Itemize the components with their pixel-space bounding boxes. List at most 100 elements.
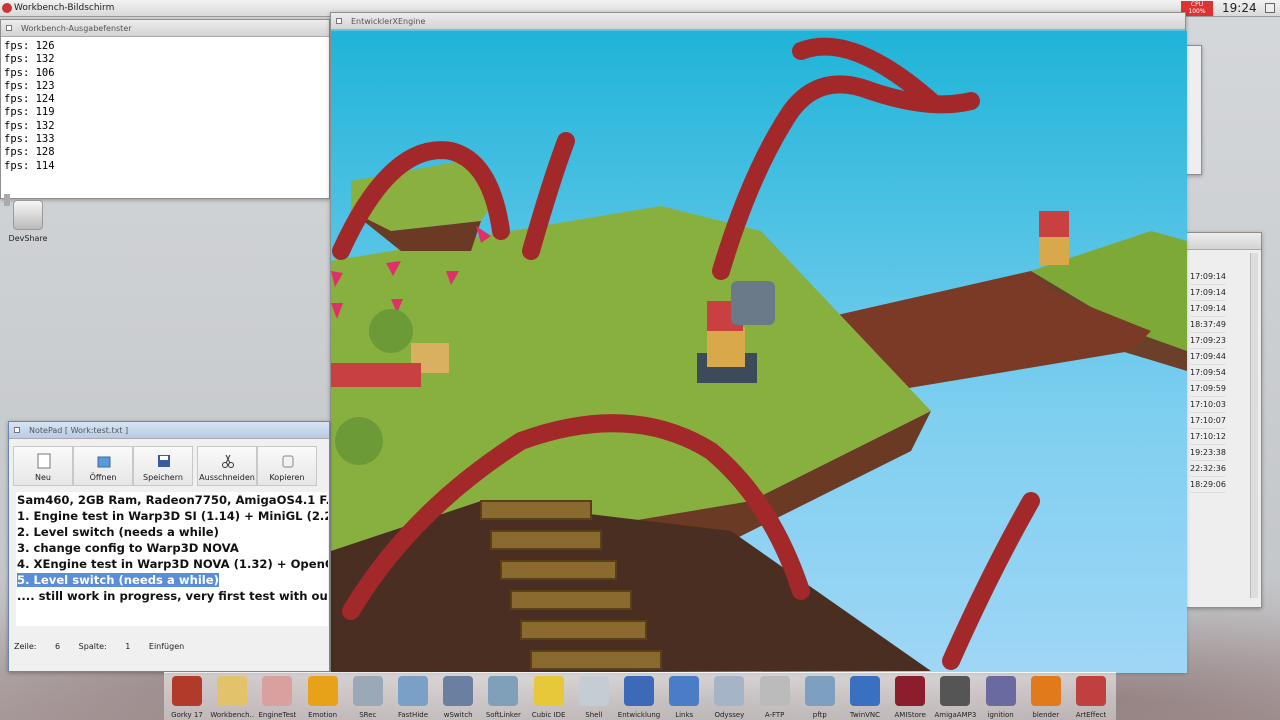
screen-title: Workbench-Bildschirm bbox=[14, 3, 115, 13]
app-icon bbox=[714, 676, 745, 706]
text-line: 2. Level switch (needs a while) bbox=[17, 525, 219, 539]
scrollbar[interactable] bbox=[1250, 253, 1258, 598]
app-icon bbox=[759, 676, 790, 706]
list-item[interactable]: 17:09:23 bbox=[1190, 333, 1226, 349]
notepad-toolbar: Neu Öffnen Speichern Ausschneiden Kopier… bbox=[13, 446, 317, 486]
text-line: 3. change config to Warp3D NOVA bbox=[17, 541, 239, 555]
clock: 19:24 bbox=[1222, 1, 1257, 15]
console-line: fps: 119 bbox=[4, 106, 55, 119]
text-line: Sam460, 2GB Ram, Radeon7750, AmigaOS4.1 … bbox=[17, 493, 328, 507]
notepad-title: NotePad [ Work:test.txt ] bbox=[29, 426, 129, 435]
app-icon bbox=[172, 676, 202, 706]
app-icon bbox=[443, 676, 474, 706]
list-item[interactable]: 17:10:12 bbox=[1190, 429, 1226, 445]
app-icon bbox=[398, 676, 428, 706]
list-item[interactable]: 17:09:59 bbox=[1190, 381, 1226, 397]
cut-button[interactable]: Ausschneiden bbox=[197, 446, 257, 486]
app-icon bbox=[624, 676, 654, 706]
notepad-status-bar: Zeile: 6 Spalte: 1 Einfügen bbox=[14, 642, 200, 651]
workbench-icon[interactable] bbox=[2, 3, 12, 13]
console-line: fps: 123 bbox=[4, 79, 55, 92]
console-line: fps: 106 bbox=[4, 66, 55, 79]
app-icon bbox=[1030, 676, 1061, 706]
save-button-label: Speichern bbox=[143, 473, 183, 482]
dock-item-label: ArtEffect bbox=[1075, 711, 1107, 719]
console-line: fps: 126 bbox=[4, 40, 55, 52]
app-icon bbox=[850, 676, 880, 706]
new-button[interactable]: Neu bbox=[13, 446, 73, 486]
new-button-label: Neu bbox=[35, 473, 51, 482]
column-value: 1 bbox=[125, 642, 131, 651]
close-icon[interactable] bbox=[14, 427, 20, 433]
list-item[interactable]: 17:09:44 bbox=[1190, 349, 1226, 365]
engine-window-titlebar[interactable]: EntwicklerXEngine bbox=[331, 13, 1185, 30]
open-button-label: Öffnen bbox=[89, 473, 117, 482]
notepad-titlebar[interactable]: NotePad [ Work:test.txt ] bbox=[9, 422, 329, 439]
scissors-icon bbox=[222, 454, 234, 468]
list-item[interactable]: 17:09:14 bbox=[1190, 285, 1226, 301]
open-button[interactable]: Öffnen bbox=[73, 446, 133, 486]
app-icon bbox=[488, 676, 519, 706]
dock-item-arteffect[interactable]: ArtEffect bbox=[1068, 673, 1114, 720]
insert-mode: Einfügen bbox=[148, 642, 185, 651]
list-item[interactable]: 17:09:14 bbox=[1190, 301, 1226, 317]
console-output: fps: 126 fps: 132 fps: 106 fps: 123 fps:… bbox=[4, 40, 55, 173]
app-icon bbox=[804, 676, 835, 706]
background-window[interactable] bbox=[1186, 45, 1202, 175]
app-icon bbox=[307, 676, 338, 706]
app-icon bbox=[669, 676, 700, 706]
game-viewport[interactable] bbox=[331, 31, 1187, 673]
copy-button-label: Kopieren bbox=[269, 473, 305, 482]
list-window-titlebar[interactable] bbox=[1187, 233, 1261, 250]
app-icon bbox=[217, 676, 248, 706]
close-icon[interactable] bbox=[336, 18, 342, 24]
game-scene bbox=[331, 31, 1187, 673]
list-item[interactable]: 17:09:14 bbox=[1190, 269, 1226, 285]
list-item[interactable]: 17:10:03 bbox=[1190, 397, 1226, 413]
devshare-drive-icon[interactable]: DevShare bbox=[8, 200, 48, 243]
line-label: Zeile: bbox=[14, 642, 37, 651]
close-icon[interactable] bbox=[6, 25, 12, 31]
list-item[interactable]: 22:32:36 bbox=[1190, 461, 1226, 477]
app-icon bbox=[985, 676, 1016, 706]
background-list-window[interactable]: 17:09:14 17:09:14 17:09:14 18:37:49 17:0… bbox=[1186, 232, 1262, 608]
devshare-label: DevShare bbox=[8, 234, 48, 243]
app-icon bbox=[578, 676, 609, 706]
notepad-window[interactable]: NotePad [ Work:test.txt ] Neu Öffnen Spe… bbox=[8, 421, 330, 672]
line-value: 6 bbox=[55, 642, 61, 651]
app-icon bbox=[352, 676, 383, 706]
app-icon bbox=[1076, 676, 1106, 706]
copy-button[interactable]: Kopieren bbox=[257, 446, 317, 486]
text-line: 4. XEngine test in Warp3D NOVA (1.32) + … bbox=[17, 557, 328, 571]
time-list: 17:09:14 17:09:14 17:09:14 18:37:49 17:0… bbox=[1190, 269, 1226, 493]
output-window[interactable]: Workbench-Ausgabefenster fps: 126 fps: 1… bbox=[0, 19, 330, 206]
console-line: fps: 132 bbox=[4, 53, 55, 66]
console-line: fps: 132 bbox=[4, 119, 55, 132]
cut-button-label: Ausschneiden bbox=[199, 473, 255, 482]
engine-window[interactable]: EntwicklerXEngine bbox=[330, 12, 1187, 673]
open-folder-icon bbox=[97, 456, 111, 468]
list-item[interactable]: 17:10:07 bbox=[1190, 413, 1226, 429]
dock-bar: Gorky 17 Workbench.. EngineTest Emotion SRec… bbox=[164, 672, 1116, 720]
drive-icon bbox=[13, 200, 43, 230]
list-item[interactable]: 18:37:49 bbox=[1190, 317, 1226, 333]
list-item[interactable]: 17:09:54 bbox=[1190, 365, 1226, 381]
app-icon bbox=[895, 676, 926, 706]
output-window-titlebar[interactable]: Workbench-Ausgabefenster bbox=[1, 20, 329, 37]
list-item[interactable]: 18:29:06 bbox=[1190, 477, 1226, 493]
app-icon bbox=[262, 676, 293, 706]
floppy-disk-icon bbox=[158, 455, 170, 467]
list-item[interactable]: 19:23:38 bbox=[1190, 445, 1226, 461]
save-button[interactable]: Speichern bbox=[133, 446, 193, 486]
output-window-title: Workbench-Ausgabefenster bbox=[21, 24, 132, 33]
text-line: .... still work in progress, very first … bbox=[17, 589, 328, 603]
cpu-label: CPU bbox=[1190, 1, 1204, 8]
notepad-text-area[interactable]: Sam460, 2GB Ram, Radeon7750, AmigaOS4.1 … bbox=[16, 492, 328, 626]
screen-depth-gadget[interactable] bbox=[1265, 3, 1275, 13]
new-document-icon bbox=[37, 453, 51, 469]
console-line: fps: 114 bbox=[4, 159, 55, 172]
app-icon bbox=[940, 676, 971, 706]
console-line: fps: 128 bbox=[4, 146, 55, 159]
column-label: Spalte: bbox=[78, 642, 107, 651]
copy-icon bbox=[282, 455, 294, 468]
